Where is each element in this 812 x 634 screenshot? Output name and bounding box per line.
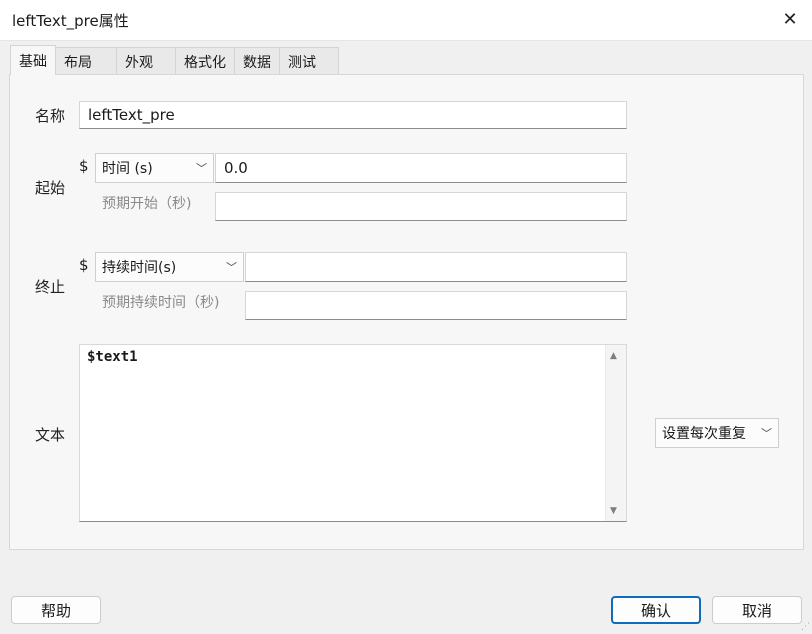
expected-duration-label: 预期持续时间（秒) (102, 295, 220, 311)
tab-layout[interactable]: 布局 (55, 47, 117, 75)
start-dollar-sign: $ (79, 157, 89, 175)
stop-unit-select[interactable]: 持续时间(s) ﹀ (95, 252, 244, 282)
stop-unit-value: 持续时间(s) (102, 260, 177, 276)
tab-test[interactable]: 测试 (279, 47, 339, 75)
tab-formatting[interactable]: 格式化 (175, 47, 235, 75)
repeat-select[interactable]: 设置每次重复 ﹀ (655, 418, 779, 448)
tab-label: 测试 (288, 54, 316, 71)
repeat-value: 设置每次重复 (662, 426, 746, 442)
tab-label: 格式化 (184, 54, 226, 71)
start-label: 起始 (35, 179, 66, 197)
tab-label: 外观 (125, 54, 153, 71)
chevron-down-icon: ﹀ (761, 427, 772, 440)
expected-start-input[interactable] (215, 192, 627, 221)
title-bar: leftText_pre属性 ✕ (0, 0, 812, 41)
tab-appearance[interactable]: 外观 (116, 47, 176, 75)
name-label: 名称 (35, 107, 66, 125)
tab-label: 布局 (64, 54, 92, 71)
close-icon[interactable]: ✕ (776, 4, 804, 34)
scroll-down-icon[interactable]: ▼ (610, 506, 617, 516)
name-input[interactable]: leftText_pre (79, 101, 627, 129)
help-button[interactable]: 帮助 (11, 596, 101, 624)
stop-label: 终止 (35, 278, 66, 296)
text-label: 文本 (35, 426, 66, 444)
expected-start-label: 预期开始（秒) (102, 196, 192, 212)
start-input[interactable]: 0.0 (215, 153, 627, 183)
start-unit-select[interactable]: 时间 (s) ﹀ (95, 153, 214, 183)
start-unit-value: 时间 (s) (102, 161, 153, 177)
tab-data[interactable]: 数据 (234, 47, 280, 75)
vertical-scrollbar[interactable]: ▲ ▼ (605, 345, 626, 521)
tab-label: 数据 (243, 54, 271, 71)
scroll-up-icon[interactable]: ▲ (610, 351, 617, 361)
chevron-down-icon: ﹀ (196, 162, 207, 175)
chevron-down-icon: ﹀ (226, 261, 237, 274)
text-area[interactable]: $text1 ▲ ▼ (79, 344, 627, 522)
tab-label: 基础 (19, 53, 47, 70)
stop-input[interactable] (245, 252, 627, 282)
window-title: leftText_pre属性 (12, 12, 129, 30)
text-content: $text1 (87, 349, 138, 365)
resize-grip-icon[interactable]: ⋰ (801, 622, 810, 632)
expected-duration-input[interactable] (245, 291, 627, 320)
cancel-button[interactable]: 取消 (712, 596, 802, 624)
ok-button[interactable]: 确认 (611, 596, 701, 624)
stop-dollar-sign: $ (79, 256, 89, 274)
tab-basic[interactable]: 基础 (10, 45, 56, 75)
tab-bar: 基础 布局 外观 格式化 数据 测试 (10, 45, 339, 75)
